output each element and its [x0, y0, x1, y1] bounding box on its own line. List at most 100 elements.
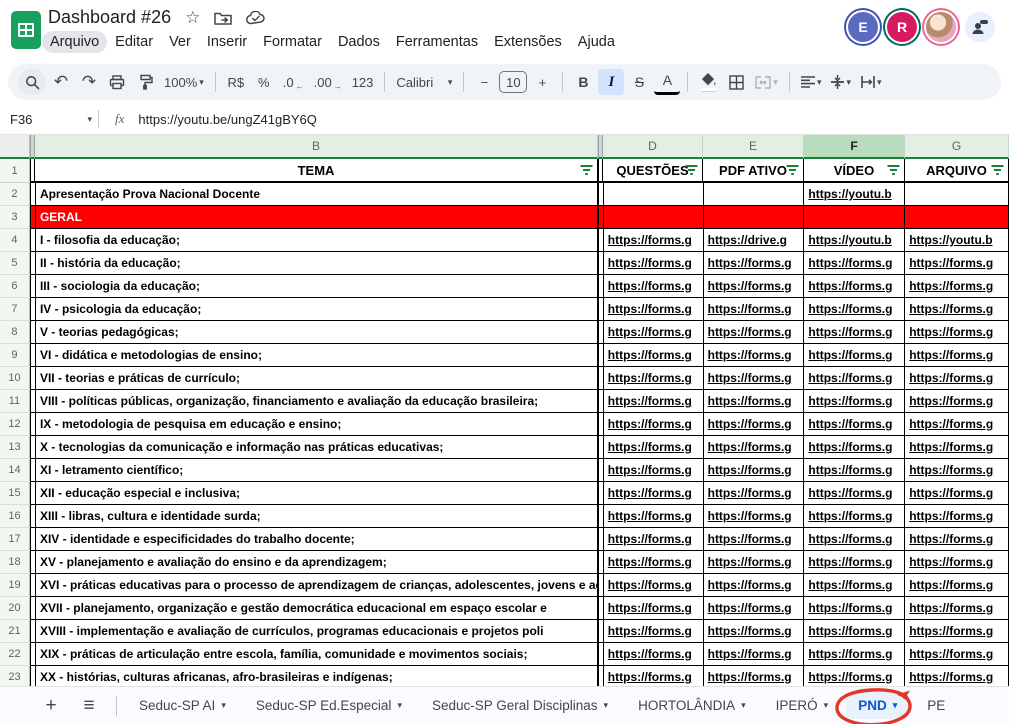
sheet-tab-caret-icon[interactable]: ▾	[741, 700, 746, 711]
sheet-tab-hortol-ndia[interactable]: HORTOLÂNDIA▾	[626, 692, 758, 719]
menu-ver[interactable]: Ver	[161, 31, 199, 53]
cell-d11[interactable]: https://forms.g	[604, 390, 704, 413]
cell-d4[interactable]: https://forms.g	[604, 229, 704, 252]
share-contact-button[interactable]	[965, 12, 995, 42]
cell-e13[interactable]: https://forms.g	[704, 436, 805, 459]
star-icon[interactable]: ☆	[185, 9, 200, 26]
cell-f5[interactable]: https://forms.g	[804, 252, 905, 275]
row-number-5[interactable]: 5	[0, 252, 30, 275]
avatar-e[interactable]: E	[848, 12, 878, 42]
horizontal-align-button[interactable]: ▾	[797, 69, 826, 95]
sheet-tab-caret-icon[interactable]: ▾	[893, 700, 898, 711]
row-number-23[interactable]: 23	[0, 666, 30, 686]
search-icon[interactable]	[18, 69, 46, 95]
cell-g20[interactable]: https://forms.g	[905, 597, 1009, 620]
strikethrough-button[interactable]: S	[626, 69, 652, 95]
cell-g8[interactable]: https://forms.g	[905, 321, 1009, 344]
cell-e11[interactable]: https://forms.g	[704, 390, 805, 413]
all-sheets-menu-button[interactable]: ≡	[72, 695, 106, 717]
cell-f2[interactable]: https://youtu.b	[804, 183, 905, 206]
cell-b17[interactable]: XIV - identidade e especificidades do tr…	[36, 528, 598, 551]
cell-b16[interactable]: XIII - libras, cultura e identidade surd…	[36, 505, 598, 528]
avatar-r[interactable]: R	[887, 12, 917, 42]
more-formats-button[interactable]: 123	[348, 69, 378, 95]
sheet-tab-iper-[interactable]: IPERÓ▾	[764, 692, 841, 719]
cell-e9[interactable]: https://forms.g	[704, 344, 805, 367]
sheet-tab-caret-icon[interactable]: ▾	[824, 700, 829, 711]
cell-g18[interactable]: https://forms.g	[905, 551, 1009, 574]
header-cell-f[interactable]: VÍDEO	[804, 159, 905, 183]
row-number-12[interactable]: 12	[0, 413, 30, 436]
increase-font-size-button[interactable]: +	[529, 69, 555, 95]
row-number-7[interactable]: 7	[0, 298, 30, 321]
cell-e21[interactable]: https://forms.g	[704, 620, 805, 643]
cell-b11[interactable]: VIII - políticas públicas, organização, …	[36, 390, 598, 413]
cell-d22[interactable]: https://forms.g	[604, 643, 704, 666]
cell-g7[interactable]: https://forms.g	[905, 298, 1009, 321]
cell-d7[interactable]: https://forms.g	[604, 298, 704, 321]
menu-ajuda[interactable]: Ajuda	[570, 31, 623, 53]
row-number-13[interactable]: 13	[0, 436, 30, 459]
menu-extensões[interactable]: Extensões	[486, 31, 570, 53]
row-number-19[interactable]: 19	[0, 574, 30, 597]
sheet-tab-seduc-sp-ed-especial[interactable]: Seduc-SP Ed.Especial▾	[244, 692, 414, 719]
header-cell-e[interactable]: PDF ATIVO	[703, 159, 804, 183]
row-number-11[interactable]: 11	[0, 390, 30, 413]
sheet-tab-pe[interactable]: PE	[915, 692, 957, 719]
menu-editar[interactable]: Editar	[107, 31, 161, 53]
row-number-14[interactable]: 14	[0, 459, 30, 482]
cell-d3[interactable]	[604, 206, 704, 229]
menu-inserir[interactable]: Inserir	[199, 31, 255, 53]
cell-d8[interactable]: https://forms.g	[604, 321, 704, 344]
cell-b19[interactable]: XVI - práticas educativas para o process…	[36, 574, 598, 597]
cell-g3[interactable]	[905, 206, 1009, 229]
cell-d15[interactable]: https://forms.g	[604, 482, 704, 505]
paint-format-button[interactable]	[132, 69, 158, 95]
cell-e23[interactable]: https://forms.g	[704, 666, 805, 686]
cell-g14[interactable]: https://forms.g	[905, 459, 1009, 482]
row-number-4[interactable]: 4	[0, 229, 30, 252]
cell-e4[interactable]: https://drive.g	[704, 229, 805, 252]
cell-d21[interactable]: https://forms.g	[604, 620, 704, 643]
cell-g17[interactable]: https://forms.g	[905, 528, 1009, 551]
cell-f17[interactable]: https://forms.g	[804, 528, 905, 551]
cell-e22[interactable]: https://forms.g	[704, 643, 805, 666]
cell-d17[interactable]: https://forms.g	[604, 528, 704, 551]
cell-d20[interactable]: https://forms.g	[604, 597, 704, 620]
cell-f13[interactable]: https://forms.g	[804, 436, 905, 459]
cell-b6[interactable]: III - sociologia da educação;	[36, 275, 598, 298]
cell-e18[interactable]: https://forms.g	[704, 551, 805, 574]
cell-b9[interactable]: VI - didática e metodologias de ensino;	[36, 344, 598, 367]
cell-g13[interactable]: https://forms.g	[905, 436, 1009, 459]
menu-formatar[interactable]: Formatar	[255, 31, 330, 53]
cell-g23[interactable]: https://forms.g	[905, 666, 1009, 686]
undo-button[interactable]: ↶	[48, 69, 74, 95]
font-size-input[interactable]: 10	[499, 71, 527, 93]
cell-f8[interactable]: https://forms.g	[804, 321, 905, 344]
cell-b21[interactable]: XVIII - implementação e avaliação de cur…	[36, 620, 598, 643]
cell-g21[interactable]: https://forms.g	[905, 620, 1009, 643]
cell-b23[interactable]: XX - histórias, culturas africanas, afro…	[36, 666, 598, 686]
text-wrap-button[interactable]: ▾	[857, 69, 886, 95]
cell-f14[interactable]: https://forms.g	[804, 459, 905, 482]
cell-b10[interactable]: VII - teorias e práticas de currículo;	[36, 367, 598, 390]
menu-arquivo[interactable]: Arquivo	[42, 31, 107, 53]
row-number-17[interactable]: 17	[0, 528, 30, 551]
column-letter-e[interactable]: E	[703, 135, 804, 159]
cell-b12[interactable]: IX - metodologia de pesquisa em educação…	[36, 413, 598, 436]
cell-f21[interactable]: https://forms.g	[804, 620, 905, 643]
cell-g22[interactable]: https://forms.g	[905, 643, 1009, 666]
row-number-3[interactable]: 3	[0, 206, 30, 229]
cell-e10[interactable]: https://forms.g	[704, 367, 805, 390]
print-button[interactable]	[104, 69, 130, 95]
column-letter-b[interactable]: B	[35, 135, 598, 159]
cell-b2[interactable]: Apresentação Prova Nacional Docente	[36, 183, 598, 206]
row-number-20[interactable]: 20	[0, 597, 30, 620]
cell-f16[interactable]: https://forms.g	[804, 505, 905, 528]
row-number-16[interactable]: 16	[0, 505, 30, 528]
row-number-15[interactable]: 15	[0, 482, 30, 505]
cell-f19[interactable]: https://forms.g	[804, 574, 905, 597]
cell-d13[interactable]: https://forms.g	[604, 436, 704, 459]
cell-f15[interactable]: https://forms.g	[804, 482, 905, 505]
photo-avatar[interactable]	[926, 12, 956, 42]
